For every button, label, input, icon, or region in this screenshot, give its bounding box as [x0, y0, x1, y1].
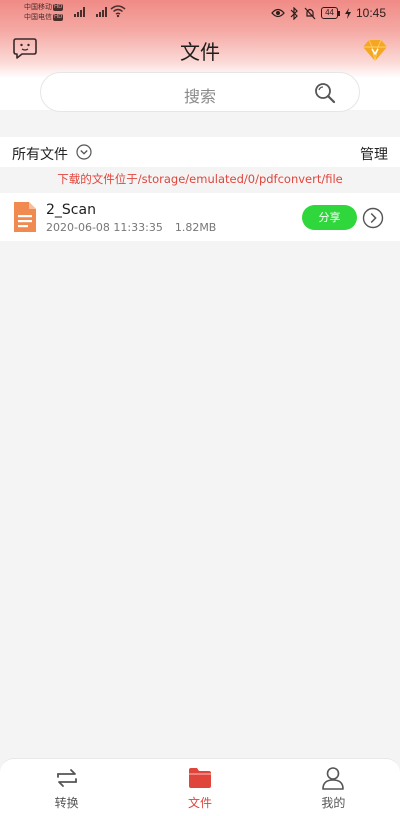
file-icon	[14, 202, 36, 232]
person-icon	[322, 767, 345, 790]
search-placeholder: 搜索	[183, 87, 216, 106]
nav-profile[interactable]: 我的	[267, 759, 400, 816]
file-size: 1.82MB	[174, 221, 217, 234]
all-files-filter[interactable]: 所有文件	[12, 144, 68, 164]
filter-bar: 所有文件 管理	[0, 137, 400, 167]
wifi-icon	[110, 5, 126, 18]
file-row[interactable]: 2_Scan 2020-06-08 11:33:35 1.82MB 分享	[0, 193, 400, 241]
mute-bell-icon	[304, 7, 316, 19]
chevron-down-icon[interactable]	[76, 144, 92, 160]
folder-icon	[188, 768, 211, 788]
carrier-2: 中国电信 HD	[24, 13, 64, 21]
carrier-1: 中国移动 HD	[24, 3, 64, 11]
battery-indicator: 44	[321, 7, 340, 19]
diamond-vip-icon[interactable]	[362, 38, 388, 62]
status-right: 44 10:45	[271, 5, 386, 21]
search-icon[interactable]	[313, 81, 337, 105]
file-date: 2020-06-08 11:33:35	[46, 221, 163, 234]
nav-convert-label: 转换	[54, 796, 79, 810]
bottom-nav: 转换 文件 我的	[0, 758, 400, 816]
download-path-note: 下载的文件位于/storage/emulated/0/pdfconvert/fi…	[57, 172, 343, 186]
manage-button[interactable]: 管理	[360, 144, 388, 164]
nav-files[interactable]: 文件	[133, 759, 266, 816]
nav-convert[interactable]: 转换	[0, 759, 133, 816]
share-button[interactable]: 分享	[302, 205, 357, 230]
search-bar[interactable]: 搜索	[41, 73, 359, 111]
chevron-right-icon[interactable]	[362, 207, 384, 229]
eye-icon	[271, 8, 285, 18]
file-meta: 2020-06-08 11:33:35 1.82MB	[46, 221, 216, 234]
charging-icon	[344, 7, 351, 19]
page-title: 文件	[180, 40, 220, 64]
nav-files-label: 文件	[187, 796, 212, 810]
nav-profile-label: 我的	[321, 796, 346, 810]
bluetooth-icon	[290, 6, 298, 20]
status-bar: 中国移动 HD 中国电信 HD 44 10:45	[0, 0, 400, 26]
status-time: 10:45	[355, 6, 386, 20]
convert-arrows-icon	[56, 769, 77, 787]
file-name: 2_Scan	[46, 202, 96, 218]
